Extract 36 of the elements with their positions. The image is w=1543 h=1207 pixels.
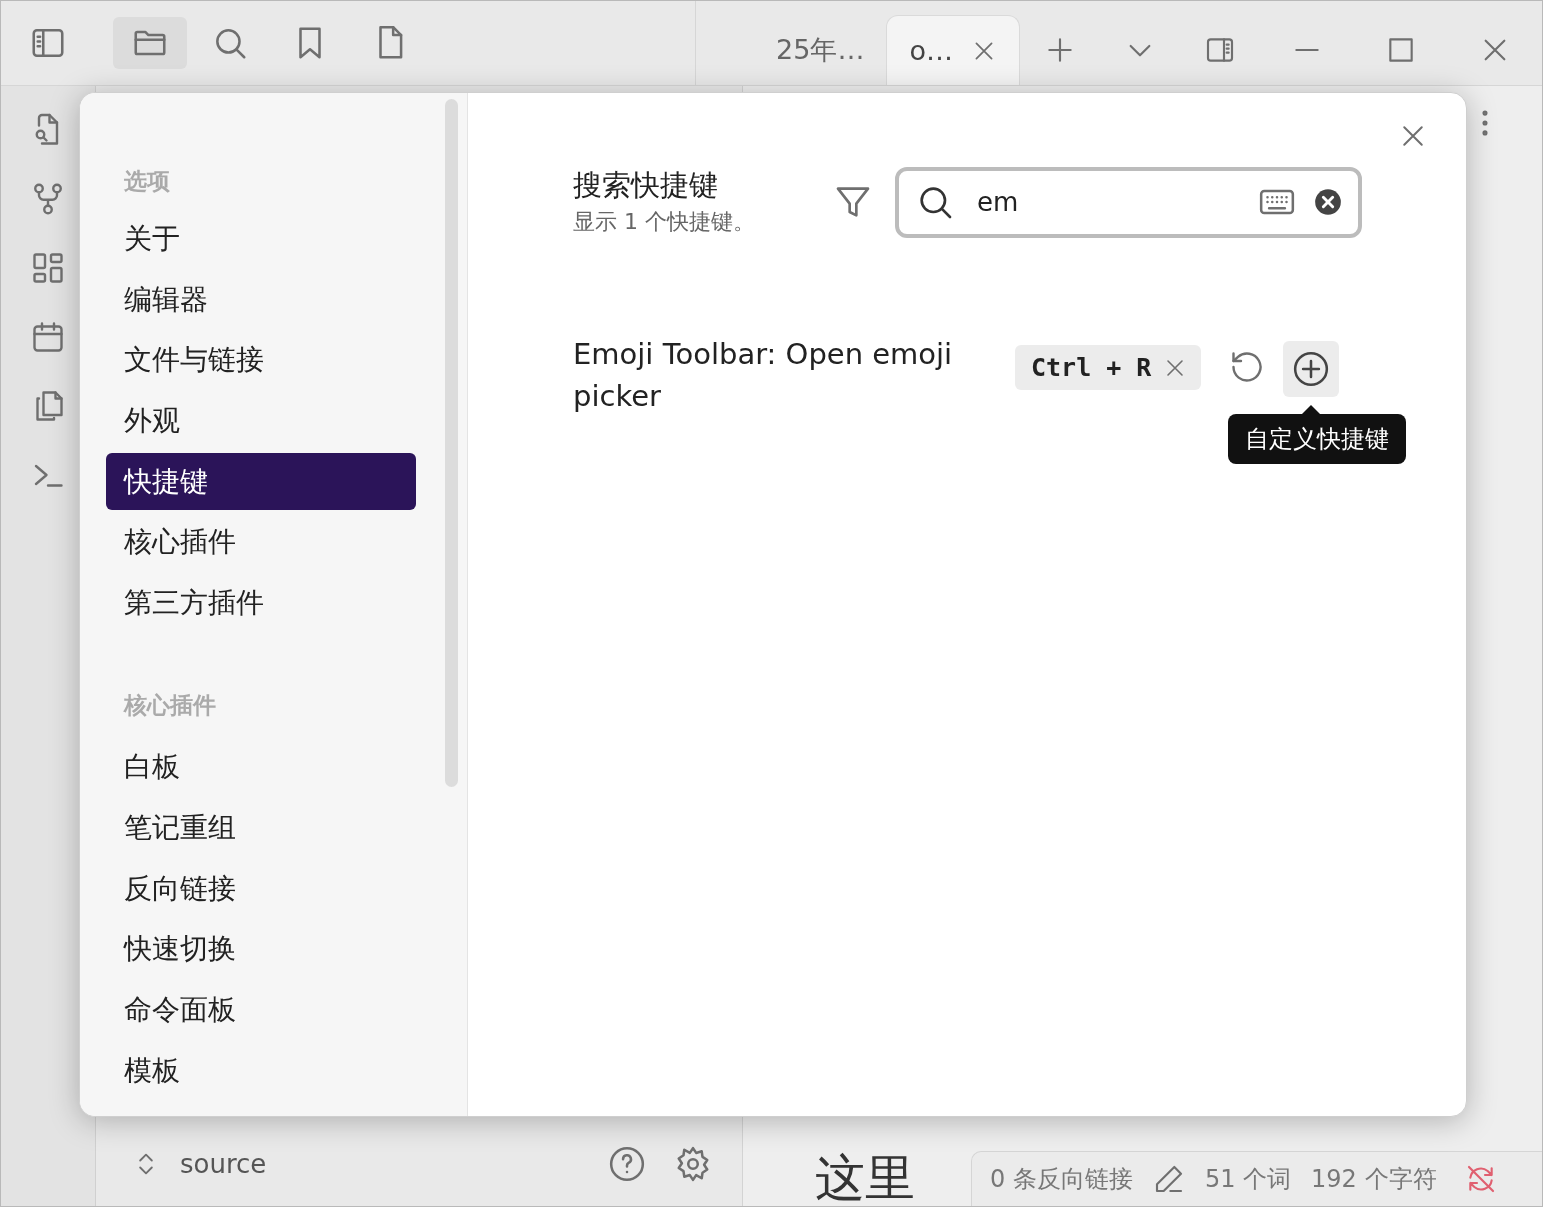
tab[interactable]: o… (886, 15, 1020, 85)
sidebar-item[interactable]: 笔记重组 (106, 798, 416, 856)
heading-text: 这里 (815, 1150, 915, 1206)
sidebar-item[interactable]: 白板 (106, 738, 416, 796)
sidebar-item[interactable]: 外观 (106, 392, 416, 450)
status-text: 51 个词 (1204, 1164, 1292, 1195)
hotkey-text: Ctrl + R (1031, 353, 1152, 382)
search-input[interactable]: em (973, 187, 1240, 217)
vault-name[interactable]: source (180, 1148, 267, 1179)
calendar-icon[interactable] (30, 319, 66, 355)
tooltip: 自定义快捷键 (1228, 414, 1407, 464)
sidebar-item[interactable]: 命令面板 (106, 980, 416, 1038)
section-heading: 核心插件 (122, 691, 217, 721)
result-count: 显示 1 个快捷键。 (573, 208, 756, 236)
sidebar-item[interactable]: 文件与链接 (106, 331, 416, 389)
sidebar-item[interactable]: 第三方插件 (106, 574, 416, 632)
status-text[interactable]: 0 条反向链接 (990, 1163, 1133, 1195)
sidebar-item[interactable]: 核心插件 (106, 513, 416, 571)
sidebar-item[interactable]: 编辑器 (106, 270, 416, 328)
clear-icon[interactable] (1314, 188, 1342, 216)
command-name: Emoji Toolbar: Open emoji picker (573, 336, 954, 415)
sidebar-item[interactable]: 模板 (106, 1041, 416, 1099)
help-icon[interactable] (608, 1144, 646, 1183)
status-text: 192 个字符 (1311, 1164, 1437, 1195)
sidebar-item[interactable]: 快捷键 (106, 452, 416, 510)
scrollbar[interactable] (445, 99, 458, 787)
grid-icon[interactable] (30, 250, 66, 286)
section-heading: 选项 (123, 167, 171, 196)
file-explorer-button[interactable] (113, 17, 187, 69)
page-title: 搜索快捷键 (573, 167, 719, 204)
tab[interactable]: 25年… (754, 15, 887, 85)
sidebar-item[interactable]: 快速切换 (106, 920, 416, 978)
sidebar-item[interactable]: 关于 (106, 210, 416, 267)
plus-circle-icon (1292, 350, 1331, 388)
search-field[interactable]: em (895, 166, 1362, 238)
sidebar-item[interactable]: 反向链接 (106, 859, 416, 917)
